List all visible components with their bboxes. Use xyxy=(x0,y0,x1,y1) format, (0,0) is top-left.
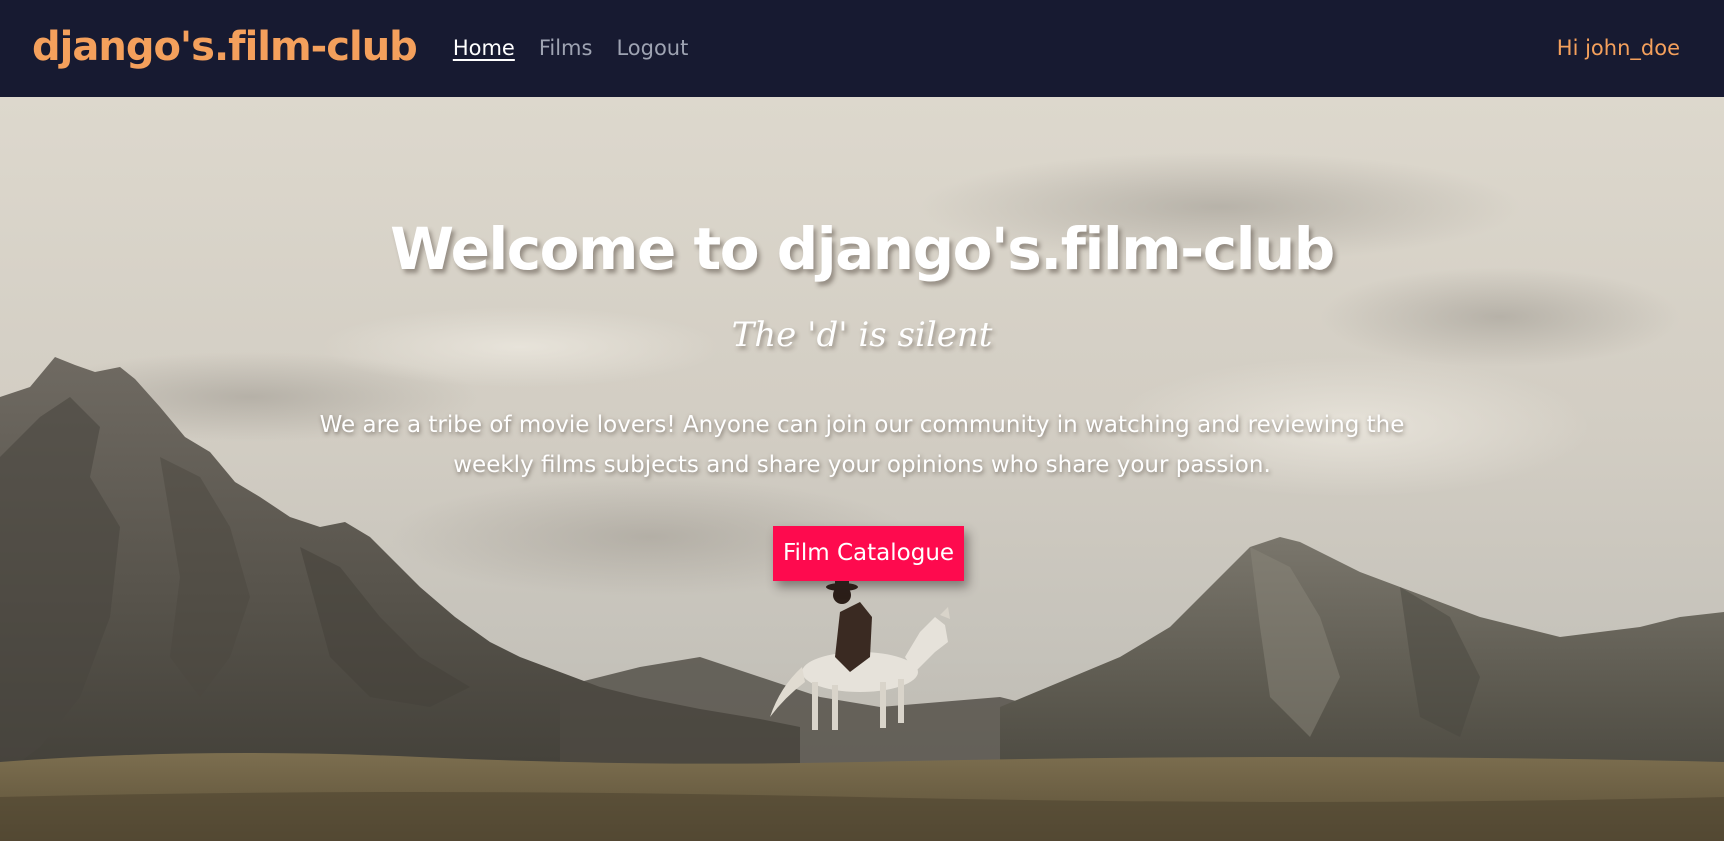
nav-link-logout[interactable]: Logout xyxy=(616,38,688,59)
film-catalogue-button[interactable]: Film Catalogue xyxy=(773,526,964,581)
hero-subtitle: The 'd' is silent xyxy=(731,315,993,355)
hero-description: We are a tribe of movie lovers! Anyone c… xyxy=(319,412,1405,478)
nav-link-home[interactable]: Home xyxy=(453,38,515,59)
top-navbar: django's.film-club Home Films Logout Hi … xyxy=(0,0,1724,97)
user-greeting: Hi john_doe xyxy=(1556,36,1680,60)
brand-logo-link[interactable]: django's.film-club xyxy=(32,27,418,67)
hero-section: Welcome to django's.film-club The 'd' is… xyxy=(0,97,1724,841)
nav-links: Home Films Logout xyxy=(453,38,689,59)
hero-title: Welcome to django's.film-club xyxy=(390,215,1335,283)
nav-link-films[interactable]: Films xyxy=(539,38,593,59)
